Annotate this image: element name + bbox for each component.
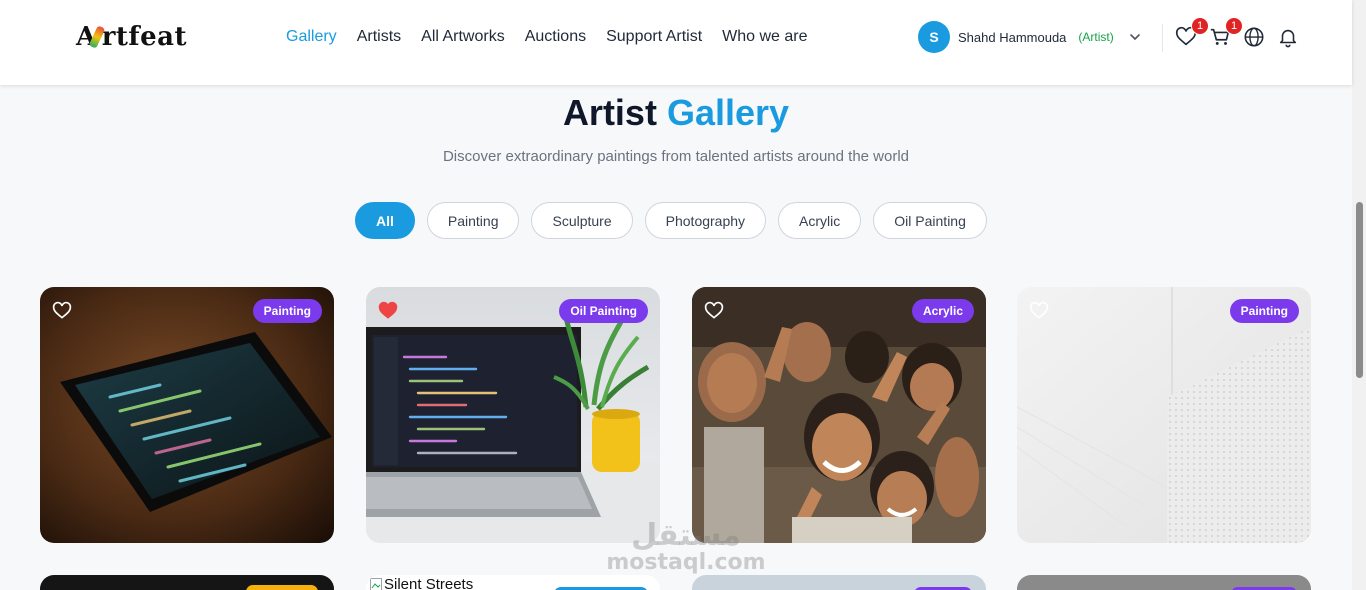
- title-accent: Gallery: [666, 92, 790, 133]
- wishlist-count-badge: 1: [1191, 17, 1209, 35]
- globe-icon: [1244, 27, 1264, 47]
- watermark-latin: mostaql.com: [606, 550, 766, 575]
- watermark-arabic: مستقل: [631, 518, 741, 553]
- nav-who-we-are[interactable]: Who we are: [722, 28, 807, 46]
- artwork-card[interactable]: [1017, 575, 1311, 590]
- artwork-card[interactable]: Oil Painting: [366, 287, 660, 543]
- page-title: Artist Gallery: [0, 92, 1352, 134]
- artwork-card[interactable]: Painting: [40, 287, 334, 543]
- artwork-image: [40, 287, 334, 543]
- language-button[interactable]: [1243, 26, 1265, 48]
- notifications-button[interactable]: [1277, 26, 1299, 48]
- page-subtitle: Discover extraordinary paintings from ta…: [442, 148, 910, 165]
- filter-photography[interactable]: Photography: [644, 202, 767, 239]
- logo-text: rtfeat: [101, 22, 187, 52]
- scrollbar-thumb[interactable]: [1356, 202, 1363, 378]
- avatar: S: [918, 21, 950, 53]
- chevron-down-icon: [1129, 34, 1140, 41]
- cart-count-badge: 1: [1225, 17, 1243, 35]
- bell-icon: [1279, 29, 1297, 48]
- artwork-card[interactable]: Silent Streets: [366, 575, 660, 590]
- nav-gallery[interactable]: Gallery: [286, 28, 337, 46]
- category-tag: Oil Painting: [559, 299, 648, 323]
- artwork-image: [692, 287, 986, 543]
- cart-button[interactable]: 1: [1209, 17, 1243, 48]
- filter-painting[interactable]: Painting: [426, 202, 520, 239]
- category-tag: Acrylic: [911, 299, 974, 323]
- broken-image-icon: [370, 577, 382, 590]
- mostaql-watermark: مستقل mostaql.com: [606, 520, 766, 574]
- nav-support-artist[interactable]: Support Artist: [606, 28, 702, 46]
- page-scrollbar[interactable]: [1352, 0, 1366, 590]
- broken-image: Silent Streets: [370, 576, 474, 590]
- main-nav: Gallery Artists All Artworks Auctions Su…: [286, 28, 808, 46]
- artwork-image: [366, 287, 660, 543]
- nav-artists[interactable]: Artists: [357, 28, 401, 46]
- filter-sculpture[interactable]: Sculpture: [531, 202, 633, 239]
- user-role: (Artist): [1078, 30, 1114, 44]
- artwork-card[interactable]: [40, 575, 334, 590]
- filter-all[interactable]: All: [355, 202, 415, 239]
- heart-icon[interactable]: [378, 301, 398, 321]
- heart-icon[interactable]: [52, 301, 72, 321]
- artwork-image: [1017, 287, 1311, 543]
- heart-icon[interactable]: [704, 301, 724, 321]
- category-filters: All Painting Sculpture Photography Acryl…: [355, 202, 987, 239]
- nav-all-artworks[interactable]: All Artworks: [421, 28, 505, 46]
- category-tag: Painting: [1229, 299, 1299, 323]
- category-tag: [246, 585, 318, 590]
- user-menu[interactable]: S Shahd Hammouda (Artist): [918, 21, 1142, 53]
- category-tag: Painting: [252, 299, 322, 323]
- artwork-card[interactable]: Painting: [1017, 287, 1311, 543]
- artfeat-logo[interactable]: A rtfeat: [76, 22, 187, 52]
- filter-oil-painting[interactable]: Oil Painting: [873, 202, 987, 239]
- artwork-card[interactable]: Acrylic: [692, 287, 986, 543]
- header-divider: [1162, 24, 1163, 52]
- artwork-card[interactable]: [692, 575, 986, 590]
- wishlist-button[interactable]: 1: [1175, 17, 1209, 48]
- nav-auctions[interactable]: Auctions: [525, 28, 586, 46]
- filter-acrylic[interactable]: Acrylic: [778, 202, 862, 239]
- heart-icon[interactable]: [1029, 301, 1049, 321]
- title-main: Artist: [562, 92, 657, 133]
- broken-image-alt: Silent Streets: [384, 576, 474, 590]
- top-navbar: A rtfeat Gallery Artists All Artworks Au…: [0, 0, 1352, 85]
- user-name: Shahd Hammouda: [958, 29, 1067, 45]
